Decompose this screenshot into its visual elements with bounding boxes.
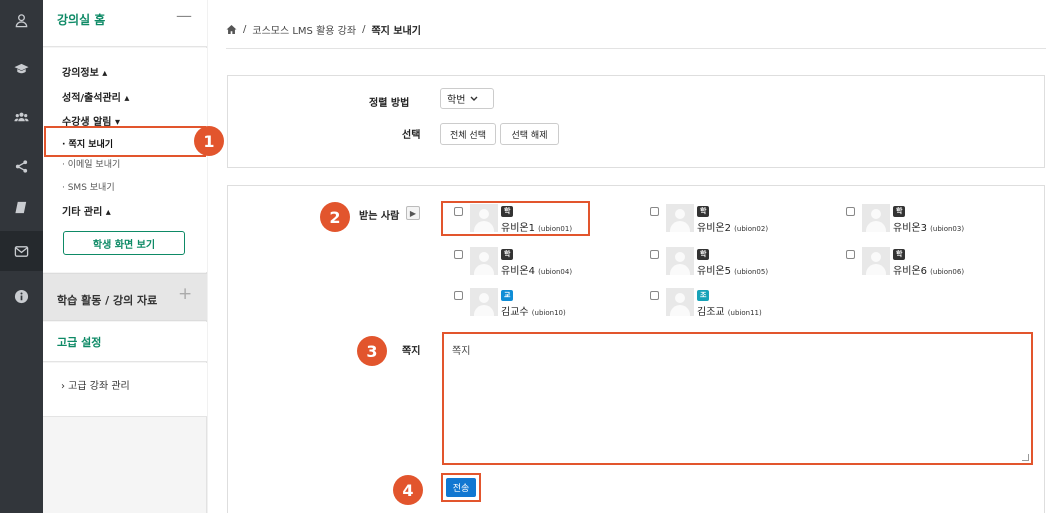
sidebar-advanced-title[interactable]: 고급 설정 — [57, 334, 101, 350]
select-all-button[interactable]: 전체 선택 — [440, 123, 496, 145]
sidebar-item-send-sms[interactable]: · SMS 보내기 — [62, 180, 115, 193]
recipients-label: 받는 사람 — [359, 211, 400, 222]
recipient-checkbox[interactable] — [650, 291, 659, 300]
sidebar-item-send-email[interactable]: · 이메일 보내기 — [62, 157, 120, 170]
mail-icon[interactable] — [0, 231, 43, 271]
role-badge: 학생 — [697, 249, 710, 269]
recipient-name: 유비온4 (ubion04) — [501, 266, 573, 277]
avatar — [470, 247, 498, 275]
sort-label: 정렬 방법 — [369, 98, 410, 109]
recipient-name: 유비온5 (ubion05) — [697, 266, 769, 277]
role-badge: 학생 — [697, 206, 710, 226]
graduation-cap-icon[interactable] — [0, 48, 43, 88]
sidebar-item-other[interactable]: 기타 관리 ▴ — [62, 203, 111, 218]
breadcrumb: / 코스모스 LMS 활용 강좌 / 쪽지 보내기 — [226, 22, 421, 37]
send-button[interactable]: 전송 — [446, 478, 476, 497]
role-badge: 조교 — [697, 290, 710, 310]
breadcrumb-separator: / — [243, 24, 247, 35]
role-badge: 교수자 — [501, 290, 514, 321]
recipient-name: 김조교 (ubion11) — [697, 307, 762, 318]
breadcrumb-separator: / — [362, 24, 366, 35]
avatar — [862, 204, 890, 232]
recipient-checkbox[interactable] — [454, 291, 463, 300]
sidebar-activities[interactable]: 학습 활동 / 강의 자료 + — [43, 273, 207, 321]
sidebar-item-advanced-course[interactable]: › 고급 강좌 관리 — [61, 377, 130, 392]
recipient-checkbox[interactable] — [846, 250, 855, 259]
share-icon[interactable] — [0, 146, 43, 186]
message-label: 쪽지 — [402, 346, 421, 357]
options-card — [227, 75, 1045, 168]
expand-icon[interactable]: + — [178, 284, 192, 304]
sort-select-value: 학번 — [447, 95, 466, 106]
recipient-name: 김교수 (ubion10) — [501, 307, 566, 318]
recipient-checkbox[interactable] — [846, 207, 855, 216]
home-icon[interactable] — [226, 24, 237, 35]
avatar — [666, 204, 694, 232]
divider — [226, 48, 1046, 49]
student-view-button[interactable]: 학생 화면 보기 — [63, 231, 185, 255]
user-icon[interactable] — [0, 0, 43, 40]
collapse-icon[interactable]: — — [176, 6, 192, 25]
breadcrumb-course[interactable]: 코스모스 LMS 활용 강좌 — [252, 22, 356, 37]
highlight-recipient — [441, 201, 590, 236]
expand-recipients-button[interactable]: ▶ — [406, 206, 420, 220]
resize-handle[interactable] — [1022, 454, 1029, 461]
sidebar-activities-title[interactable]: 학습 활동 / 강의 자료 — [57, 292, 157, 308]
select-label: 선택 — [402, 130, 421, 141]
role-badge: 학생 — [893, 206, 906, 226]
sort-select[interactable]: 학번 — [440, 88, 494, 109]
step-badge-3: 3 — [357, 336, 387, 366]
step-badge-1: 1 — [194, 126, 224, 156]
breadcrumb-current: 쪽지 보내기 — [371, 26, 421, 37]
step-badge-2: 2 — [320, 202, 350, 232]
sidebar-advanced-course: › 고급 강좌 관리 — [43, 363, 207, 417]
deselect-button[interactable]: 선택 해제 — [500, 123, 559, 145]
sidebar-item-course-info[interactable]: 강의정보 ▴ — [62, 64, 107, 79]
avatar — [470, 288, 498, 316]
message-text: 쪽지 — [452, 346, 471, 357]
message-textarea[interactable]: 쪽지 — [442, 332, 1033, 465]
users-icon[interactable] — [0, 97, 43, 137]
chevron-down-icon — [470, 96, 478, 101]
highlight-send: 전송 — [441, 473, 481, 502]
role-badge: 학생 — [893, 249, 906, 269]
sidebar-home-header[interactable]: 강의실 홈 — — [43, 0, 207, 47]
book-icon[interactable] — [0, 187, 43, 227]
info-icon[interactable] — [0, 276, 43, 316]
icon-rail — [0, 0, 43, 513]
sidebar-item-grades[interactable]: 성적/출석관리 ▴ — [62, 89, 129, 104]
recipient-name: 유비온2 (ubion02) — [697, 223, 769, 234]
recipient-checkbox[interactable] — [650, 207, 659, 216]
avatar — [666, 288, 694, 316]
role-badge: 학생 — [501, 249, 514, 269]
recipient-checkbox[interactable] — [454, 250, 463, 259]
sidebar-advanced: 고급 설정 — [43, 322, 207, 362]
highlight-send-message — [44, 126, 206, 157]
recipient-name: 유비온6 (ubion06) — [893, 266, 965, 277]
sidebar-home-title[interactable]: 강의실 홈 — [57, 11, 105, 28]
recipient-checkbox[interactable] — [650, 250, 659, 259]
recipient-name: 유비온3 (ubion03) — [893, 223, 965, 234]
avatar — [862, 247, 890, 275]
avatar — [666, 247, 694, 275]
step-badge-4: 4 — [393, 475, 423, 505]
